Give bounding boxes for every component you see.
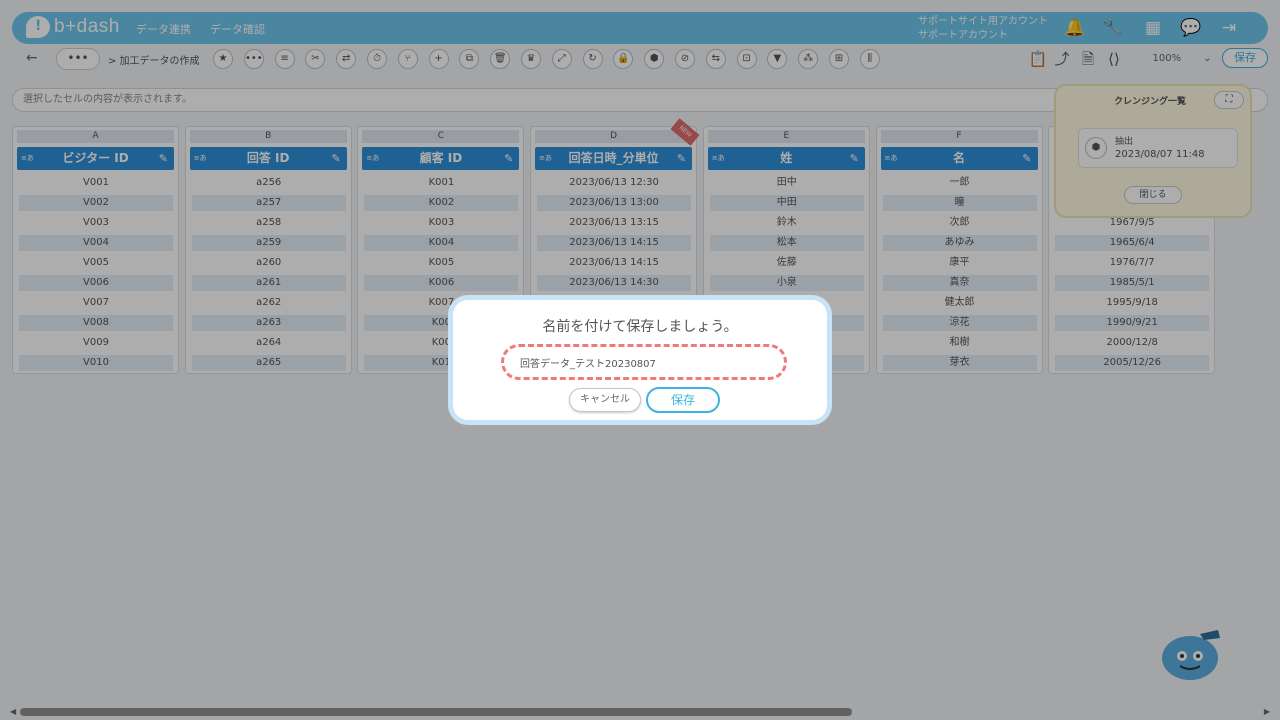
dialog-save-button[interactable]: 保存 [646, 387, 720, 413]
save-dialog: 名前を付けて保存しましょう。 キャンセル 保存 [448, 295, 832, 425]
cancel-button[interactable]: キャンセル [569, 388, 641, 412]
file-name-input[interactable] [501, 344, 787, 380]
dialog-title: 名前を付けて保存しましょう。 [542, 319, 738, 335]
